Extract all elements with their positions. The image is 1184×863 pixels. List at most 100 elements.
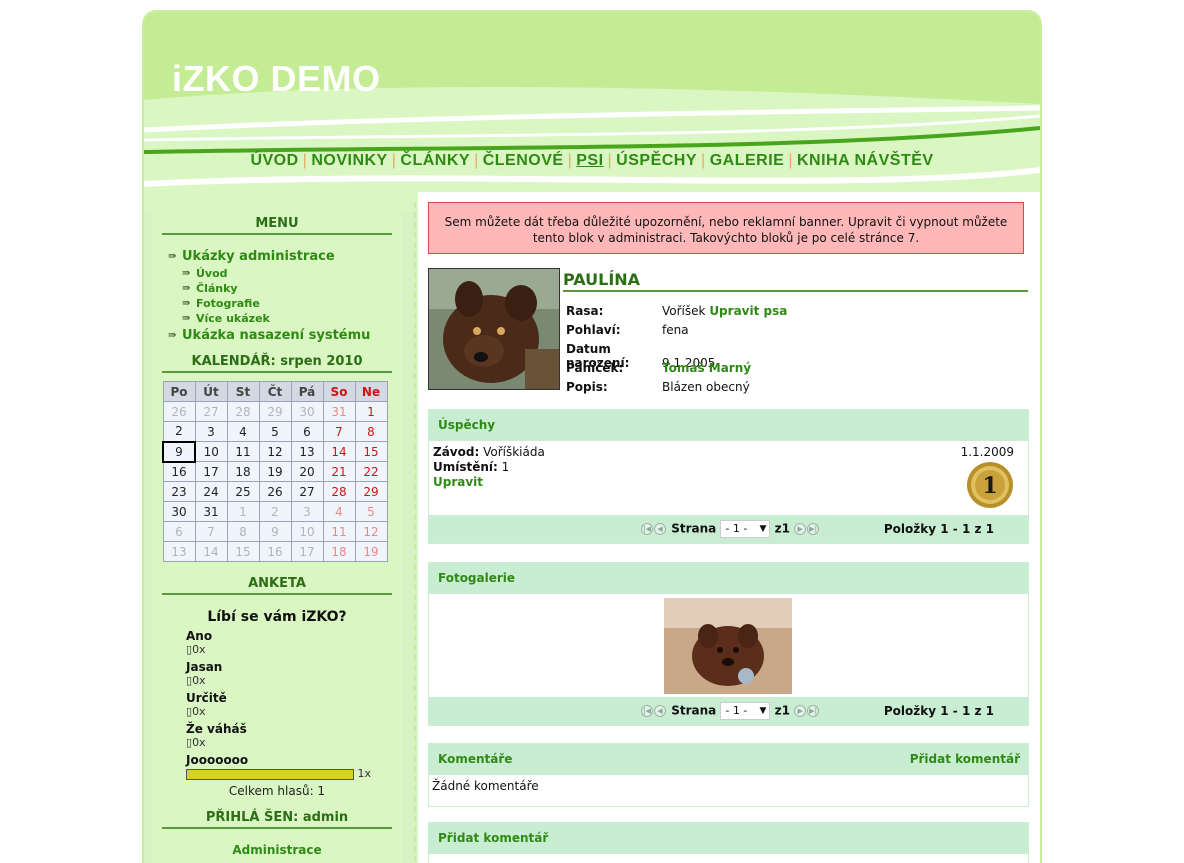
poll-option[interactable]: Jasan ▯0x bbox=[186, 660, 402, 687]
calendar-day[interactable]: 19 bbox=[258, 461, 292, 482]
poll-result-row: ▯0x bbox=[186, 643, 402, 656]
pager-items: Položky 1 - 1 z 1 bbox=[884, 704, 994, 718]
poll-option[interactable]: Určitě ▯0x bbox=[186, 691, 402, 718]
calendar-day[interactable]: 27 bbox=[194, 401, 228, 422]
calendar-day[interactable]: 20 bbox=[290, 461, 324, 482]
calendar-day[interactable]: 26 bbox=[162, 401, 196, 422]
last-page-icon[interactable]: ▶| bbox=[807, 523, 820, 535]
dog-info-link[interactable]: Upravit psa bbox=[709, 304, 787, 318]
notice-banner: Sem můžete dát třeba důležité upozornění… bbox=[428, 202, 1024, 254]
dog-photo[interactable] bbox=[428, 268, 560, 390]
submenu-item[interactable]: ⇛ Více ukázek bbox=[166, 311, 402, 326]
calendar-day[interactable]: 6 bbox=[290, 421, 324, 442]
nav-item-3[interactable]: ČLENOVÉ bbox=[479, 152, 568, 169]
calendar-day[interactable]: 13 bbox=[290, 441, 324, 462]
poll-option[interactable]: Že váháš ▯0x bbox=[186, 722, 402, 749]
edit-achievement-link[interactable]: Upravit bbox=[433, 475, 1024, 490]
pager-controls: |◀ ◀ Strana - 1 - ▼ z1 ▶ ▶| bbox=[641, 520, 820, 538]
calendar-day[interactable]: 1 bbox=[226, 501, 260, 522]
calendar-day[interactable]: 21 bbox=[322, 461, 356, 482]
poll-option[interactable]: Ano ▯0x bbox=[186, 629, 402, 656]
calendar-day[interactable]: 13 bbox=[162, 541, 196, 562]
calendar-day[interactable]: 12 bbox=[258, 441, 292, 462]
calendar-day[interactable]: 7 bbox=[322, 421, 356, 442]
calendar-day[interactable]: 18 bbox=[322, 541, 356, 562]
calendar-day[interactable]: 1 bbox=[354, 401, 388, 422]
calendar-day[interactable]: 17 bbox=[290, 541, 324, 562]
calendar-day[interactable]: 30 bbox=[290, 401, 324, 422]
calendar-day[interactable]: 28 bbox=[226, 401, 260, 422]
calendar-day[interactable]: 10 bbox=[290, 521, 324, 542]
nav-item-2[interactable]: ČLÁNKY bbox=[396, 152, 474, 169]
dog-info-row: Páníček: Tomáš Marný bbox=[566, 361, 787, 380]
calendar-day[interactable]: 9 bbox=[162, 440, 196, 463]
first-page-icon[interactable]: |◀ bbox=[641, 705, 653, 717]
nav-item-5[interactable]: ÚSPĚCHY bbox=[612, 152, 701, 169]
poll-total: Celkem hlasů: 1 bbox=[228, 784, 326, 798]
submenu-item[interactable]: ⇛ Fotografie bbox=[166, 296, 402, 311]
calendar-day[interactable]: 29 bbox=[258, 401, 292, 422]
nav-item-1[interactable]: NOVINKY bbox=[307, 152, 391, 169]
calendar-day[interactable]: 30 bbox=[162, 501, 196, 522]
calendar-day[interactable]: 15 bbox=[226, 541, 260, 562]
calendar-day[interactable]: 11 bbox=[322, 521, 356, 542]
administration-link[interactable]: Administrace bbox=[152, 843, 402, 857]
calendar-day[interactable]: 23 bbox=[162, 481, 196, 502]
last-page-icon[interactable]: ▶| bbox=[807, 705, 820, 717]
calendar-day[interactable]: 14 bbox=[194, 541, 228, 562]
calendar-day[interactable]: 5 bbox=[354, 501, 388, 522]
calendar-day[interactable]: 15 bbox=[354, 441, 388, 462]
nav-item-7[interactable]: KNIHA NÁVŠTĚV bbox=[793, 152, 938, 169]
calendar-day[interactable]: 29 bbox=[354, 481, 388, 502]
menu-item[interactable]: ⇛ Ukázka nasazení systému bbox=[166, 326, 402, 345]
calendar-day[interactable]: 3 bbox=[194, 421, 228, 442]
calendar-day[interactable]: 2 bbox=[258, 501, 292, 522]
page-container: iZKO DEMO ÚVOD | NOVINKY | ČLÁNKY | ČLENOVÉ | PS… bbox=[142, 10, 1042, 863]
poll-option[interactable]: Jooooooo 1x bbox=[186, 753, 402, 780]
calendar-day[interactable]: 17 bbox=[194, 461, 228, 482]
calendar-day[interactable]: 16 bbox=[162, 461, 196, 482]
calendar-day[interactable]: 24 bbox=[194, 481, 228, 502]
calendar-day[interactable]: 27 bbox=[290, 481, 324, 502]
submenu-item[interactable]: ⇛ Úvod bbox=[166, 266, 402, 281]
calendar-day[interactable]: 10 bbox=[194, 441, 228, 462]
calendar-day[interactable]: 2 bbox=[162, 421, 196, 442]
calendar-day[interactable]: 31 bbox=[322, 401, 356, 422]
prev-page-icon[interactable]: ◀ bbox=[654, 705, 666, 717]
next-page-icon[interactable]: ▶ bbox=[794, 523, 807, 535]
calendar-day[interactable]: 16 bbox=[258, 541, 292, 562]
calendar-day[interactable]: 31 bbox=[194, 501, 228, 522]
nav-item-6[interactable]: GALERIE bbox=[706, 152, 789, 169]
calendar-day[interactable]: 7 bbox=[194, 521, 228, 542]
menu-item[interactable]: ⇛ Ukázky administrace bbox=[166, 247, 402, 266]
gallery-photo[interactable] bbox=[664, 598, 792, 694]
calendar-day[interactable]: 22 bbox=[354, 461, 388, 482]
calendar-day[interactable]: 3 bbox=[290, 501, 324, 522]
calendar-day[interactable]: 4 bbox=[226, 421, 260, 442]
page-select[interactable]: - 1 - ▼ bbox=[720, 702, 771, 720]
calendar-day[interactable]: 18 bbox=[226, 461, 260, 482]
calendar-day[interactable]: 26 bbox=[258, 481, 292, 502]
calendar-day[interactable]: 12 bbox=[354, 521, 388, 542]
calendar-day[interactable]: 28 bbox=[322, 481, 356, 502]
calendar-day[interactable]: 8 bbox=[226, 521, 260, 542]
prev-page-icon[interactable]: ◀ bbox=[654, 523, 666, 535]
calendar-day[interactable]: 11 bbox=[226, 441, 260, 462]
nav-item-0[interactable]: ÚVOD bbox=[246, 152, 302, 169]
calendar-day[interactable]: 8 bbox=[354, 421, 388, 442]
first-page-icon[interactable]: |◀ bbox=[641, 523, 653, 535]
next-page-icon[interactable]: ▶ bbox=[794, 705, 807, 717]
nav-item-4[interactable]: PSI bbox=[572, 152, 607, 169]
calendar-day[interactable]: 19 bbox=[354, 541, 388, 562]
calendar-day[interactable]: 5 bbox=[258, 421, 292, 442]
calendar-day[interactable]: 6 bbox=[162, 521, 196, 542]
dog-info-link[interactable]: Tomáš Marný bbox=[662, 361, 751, 375]
page-select[interactable]: - 1 - ▼ bbox=[720, 520, 771, 538]
login-heading: PŘIHLÁ ŠEN: admin bbox=[162, 810, 392, 829]
calendar-day[interactable]: 25 bbox=[226, 481, 260, 502]
calendar-day[interactable]: 14 bbox=[322, 441, 356, 462]
calendar-day[interactable]: 9 bbox=[258, 521, 292, 542]
add-comment-link[interactable]: Přidat komentář bbox=[910, 744, 1020, 775]
submenu-item[interactable]: ⇛ Články bbox=[166, 281, 402, 296]
calendar-day[interactable]: 4 bbox=[322, 501, 356, 522]
